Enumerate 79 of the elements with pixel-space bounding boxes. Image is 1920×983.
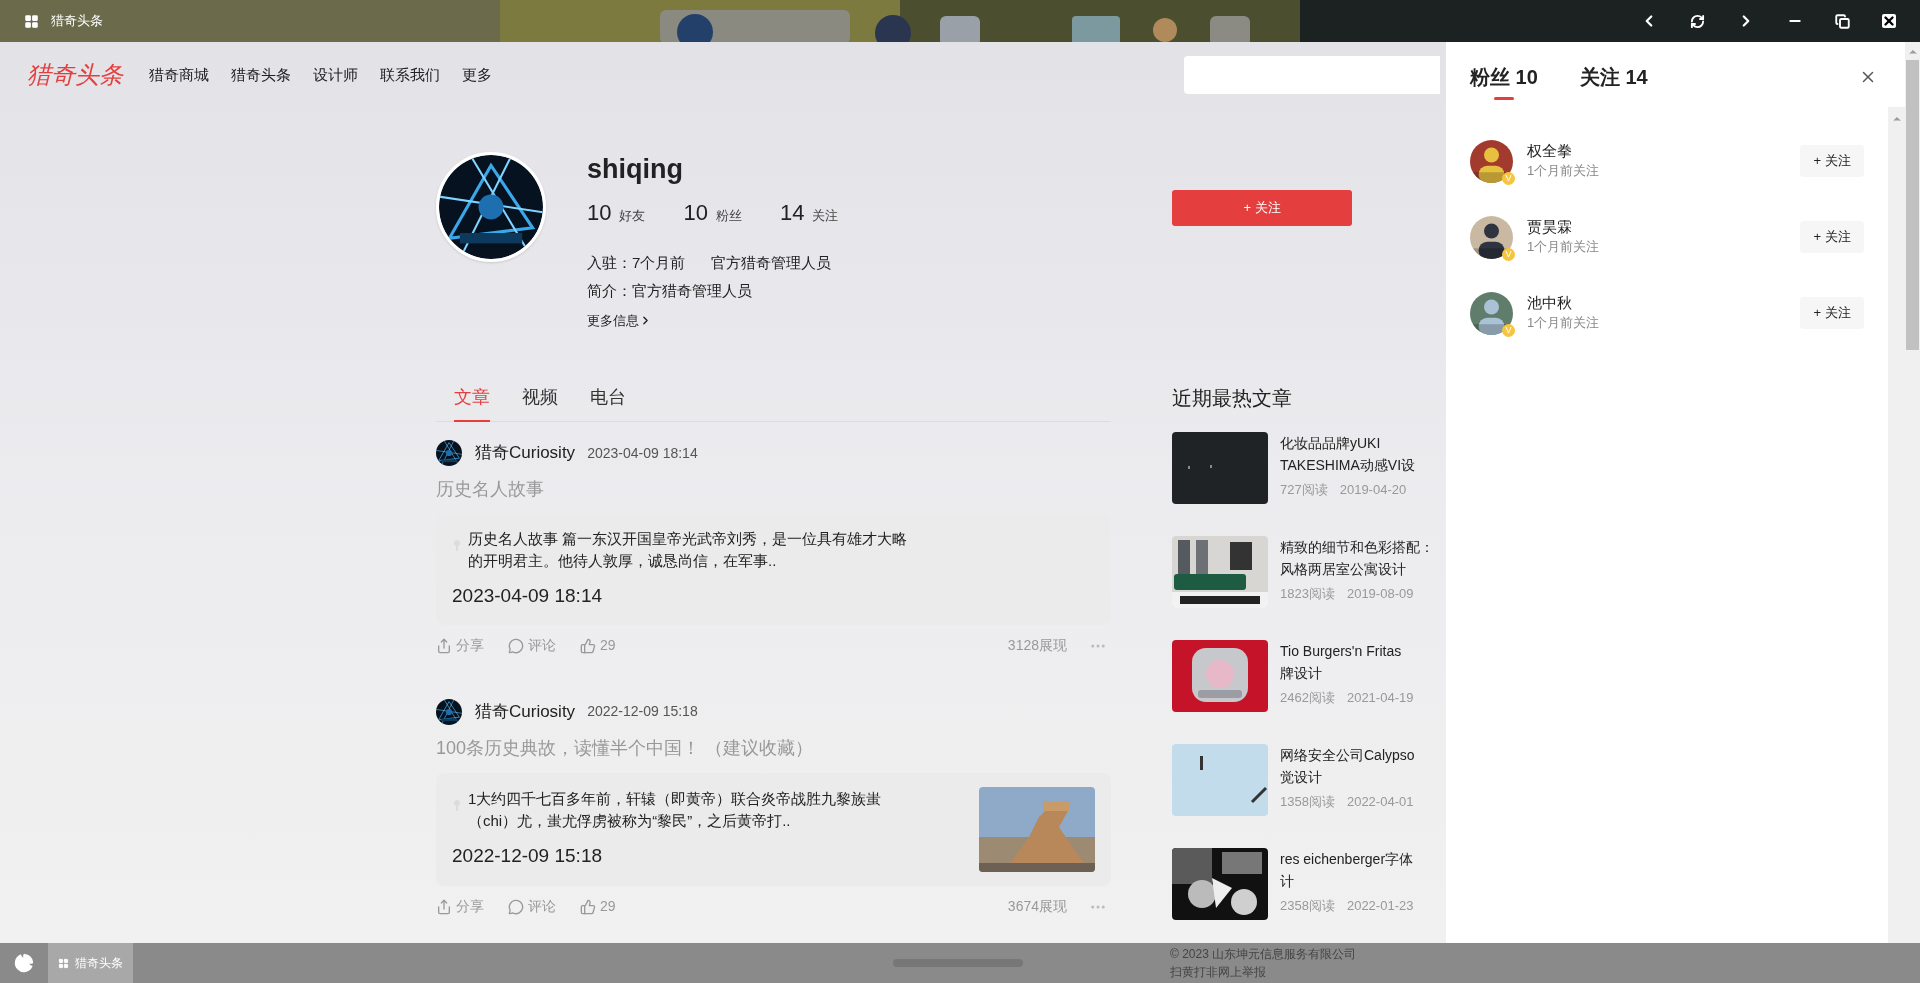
window-title: 猎奇头条 bbox=[51, 12, 103, 31]
content-tab[interactable]: 视频 bbox=[522, 374, 558, 422]
read-count: 727阅读 bbox=[1280, 481, 1328, 499]
hot-article-title[interactable]: 觉设计 bbox=[1280, 766, 1446, 788]
follow-button[interactable]: + 关注 bbox=[1172, 190, 1352, 226]
hot-article-title[interactable]: TAKESHIMA动感VI设 bbox=[1280, 454, 1446, 476]
restore-icon[interactable] bbox=[1835, 13, 1850, 29]
hot-article-date: 2019-08-09 bbox=[1346, 585, 1414, 603]
hot-article-date: 2021-04-19 bbox=[1346, 689, 1414, 707]
app-icon bbox=[24, 13, 39, 29]
hot-article-title[interactable]: Tio Burgers'n Fritas bbox=[1280, 640, 1446, 662]
thumbs-up-icon bbox=[580, 898, 596, 915]
author-name[interactable]: 猎奇Curiosity bbox=[475, 440, 576, 466]
refresh-icon[interactable] bbox=[1690, 13, 1705, 29]
thumbs-up-icon bbox=[580, 637, 596, 654]
stat-label: 关注 bbox=[812, 207, 839, 225]
comment-icon bbox=[508, 898, 524, 915]
hot-article-title[interactable]: 化妆品品牌yUKI bbox=[1280, 432, 1446, 454]
view-count: 3128展现 bbox=[1007, 636, 1067, 655]
share-icon bbox=[436, 898, 452, 915]
follow-time: 1个月前关注 bbox=[1527, 314, 1600, 332]
follow-button[interactable]: + 关注 bbox=[1800, 145, 1864, 177]
content-tab[interactable]: 电台 bbox=[590, 374, 626, 422]
author-name[interactable]: 猎奇Curiosity bbox=[475, 698, 576, 725]
read-count: 1823阅读 bbox=[1280, 585, 1335, 603]
nav-link[interactable]: 设计师 bbox=[313, 63, 358, 87]
stat-value: 10 bbox=[587, 199, 612, 227]
scrollbar-thumb[interactable] bbox=[1906, 60, 1919, 350]
search-field[interactable] bbox=[1184, 56, 1440, 94]
view-count: 3674展现 bbox=[1007, 897, 1067, 916]
follow-button[interactable]: + 关注 bbox=[1800, 221, 1864, 253]
nav-link[interactable]: 联系我们 bbox=[380, 63, 440, 87]
hot-article-title[interactable]: 计 bbox=[1280, 870, 1446, 892]
hot-article-date: 2019-04-20 bbox=[1339, 481, 1407, 499]
more-info-link[interactable]: 更多信息 bbox=[587, 311, 652, 331]
app-icon bbox=[58, 957, 69, 969]
share-icon bbox=[436, 637, 452, 654]
panel-tab[interactable]: 粉丝 10 bbox=[1470, 62, 1538, 100]
user-name[interactable]: 贾昊霖 bbox=[1527, 217, 1600, 237]
user-name[interactable]: 权全拳 bbox=[1527, 141, 1600, 161]
hot-article-title[interactable]: 牌设计 bbox=[1280, 662, 1446, 684]
article-summary: 历史名人故事 篇一东汉开国皇帝光武帝刘秀，是一位具有雄才大略的开明君主。他待人敦厚，诚恳尚信，在军事.. bbox=[468, 529, 909, 571]
hot-article-date: 2022-04-01 bbox=[1346, 793, 1414, 811]
read-count: 1358阅读 bbox=[1280, 793, 1335, 811]
article-summary: 1大约四千七百多年前，轩辕（即黄帝）联合炎帝战胜九黎族蚩（chi）尤，蚩尤俘虏被称为“黎民”，之后黄帝打.. bbox=[468, 788, 883, 831]
follow-time: 1个月前关注 bbox=[1527, 238, 1600, 256]
read-count: 2358阅读 bbox=[1280, 897, 1335, 915]
user-name[interactable]: 池中秋 bbox=[1527, 293, 1600, 313]
user-role: 官方猎奇管理人员 bbox=[711, 253, 832, 273]
nav-link[interactable]: 猎奇头条 bbox=[231, 63, 291, 87]
read-count: 2462阅读 bbox=[1280, 689, 1335, 707]
article-date: 2022-12-09 15:18 bbox=[452, 843, 603, 868]
nav-link[interactable]: 更多 bbox=[462, 63, 492, 87]
hot-article-title[interactable]: res eichenberger字体 bbox=[1280, 848, 1446, 870]
nav-link[interactable]: 猎奇商城 bbox=[149, 63, 209, 87]
close-icon[interactable] bbox=[1882, 14, 1896, 28]
article-card[interactable]: 1大约四千七百多年前，轩辕（即黄帝）联合炎帝战胜九黎族蚩（chi）尤，蚩尤俘虏被称为“黎民”，之后黄帝打.. 2022-12-09 15:18 bbox=[436, 772, 1111, 886]
join-info: 入驻：7个月前 bbox=[587, 253, 686, 273]
comment-icon bbox=[508, 637, 524, 654]
section-title: 近期最热文章 bbox=[1172, 386, 1293, 410]
stat-label: 粉丝 bbox=[715, 207, 742, 225]
user-bio: 简介：官方猎奇管理人员 bbox=[587, 281, 753, 301]
hot-article-title[interactable]: 精致的细节和色彩搭配： bbox=[1280, 536, 1446, 558]
stat-label: 好友 bbox=[619, 207, 646, 225]
hot-article-title[interactable]: 网络安全公司Calypso bbox=[1280, 744, 1446, 766]
stat-value: 14 bbox=[779, 199, 805, 227]
panel-tab[interactable]: 关注 14 bbox=[1579, 62, 1648, 100]
post-time: 2022-12-09 15:18 bbox=[587, 702, 698, 721]
copyright-text: © 2023 山东坤元信息服务有限公司 bbox=[1170, 946, 1357, 963]
profile-name: shiqing bbox=[587, 153, 684, 186]
hot-article-date: 2022-01-23 bbox=[1346, 897, 1414, 915]
post-time: 2023-04-09 18:14 bbox=[587, 443, 698, 463]
follow-time: 1个月前关注 bbox=[1527, 162, 1600, 180]
hot-article-title[interactable]: 风格两居室公寓设计 bbox=[1280, 558, 1446, 580]
article-card[interactable]: 历史名人故事 篇一东汉开国皇帝光武帝刘秀，是一位具有雄才大略的开明君主。他待人敦厚，诚恳尚信，在军事.. 2023-04-09 18:14 bbox=[436, 514, 1111, 625]
article-date: 2023-04-09 18:14 bbox=[452, 584, 603, 608]
start-icon[interactable] bbox=[14, 953, 34, 973]
follow-button[interactable]: + 关注 bbox=[1800, 297, 1864, 329]
stat-value: 10 bbox=[683, 199, 708, 227]
